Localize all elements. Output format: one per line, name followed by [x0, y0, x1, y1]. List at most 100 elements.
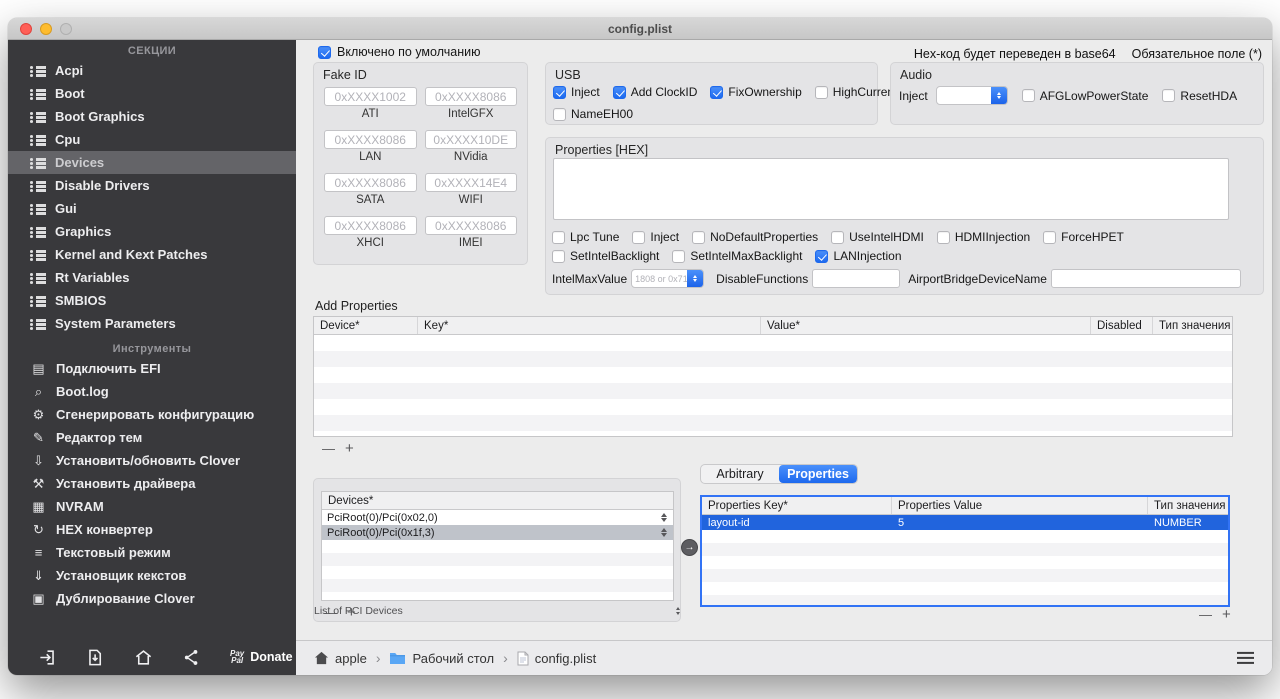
remove-properties-row-button[interactable]: —	[1199, 607, 1212, 622]
menu-icon[interactable]	[1237, 657, 1254, 659]
fakeid-intelgfx-field[interactable]	[425, 87, 518, 106]
fakeid-xhci-field[interactable]	[324, 216, 417, 235]
properties-row-layout-id[interactable]: layout-id 5 NUMBER	[702, 515, 1228, 530]
add-properties-row-button[interactable]: +	[1222, 606, 1231, 623]
home-button[interactable]	[134, 648, 153, 667]
airportbridgedevicename-field[interactable]	[1051, 269, 1241, 288]
col-device[interactable]: Device*	[314, 317, 418, 334]
tools-header: Инструменты	[8, 341, 296, 357]
list-icon	[30, 65, 46, 76]
forcehpet-checkbox[interactable]: ForceHPET	[1043, 230, 1124, 244]
devices-list-empty[interactable]	[322, 540, 673, 600]
sidebar-tool-boot-log[interactable]: ⌕Boot.log	[8, 380, 296, 403]
col-properties-value[interactable]: Properties Value	[892, 497, 1148, 514]
plug-in-icon	[38, 648, 57, 667]
checkbox-box	[815, 86, 828, 99]
breadcrumb-desktop[interactable]: Рабочий стол	[389, 651, 494, 666]
sidebar-tool-install-update-clover[interactable]: ⇩Установить/обновить Clover	[8, 449, 296, 472]
devices-list-header[interactable]: Devices*	[322, 492, 673, 510]
close-button[interactable]	[20, 23, 32, 35]
sidebar-item-system-parameters[interactable]: System Parameters	[8, 312, 296, 335]
device-row-0[interactable]: PciRoot(0)/Pci(0x02,0)	[322, 510, 673, 525]
sidebar-item-kernel-and-kext-patches[interactable]: Kernel and Kext Patches	[8, 243, 296, 266]
lpc-tune-checkbox[interactable]: Lpc Tune	[552, 230, 619, 244]
home-icon	[314, 651, 329, 665]
fakeid-imei-field[interactable]	[425, 216, 518, 235]
sidebar-item-boot[interactable]: Boot	[8, 82, 296, 105]
titlebar[interactable]: config.plist	[8, 18, 1272, 40]
sidebar-item-devices[interactable]: Devices	[8, 151, 296, 174]
devices-list[interactable]: Devices* PciRoot(0)/Pci(0x02,0) PciRoot(…	[321, 491, 674, 601]
usb-nameeh00-checkbox[interactable]: NameEH00	[553, 107, 633, 121]
sidebar-item-smbios[interactable]: SMBIOS	[8, 289, 296, 312]
tab-arbitrary[interactable]: Arbitrary	[701, 465, 779, 483]
zoom-button[interactable]	[60, 23, 72, 35]
sidebar-item-disable-drivers[interactable]: Disable Drivers	[8, 174, 296, 197]
properties-table-empty[interactable]	[702, 530, 1228, 605]
sidebar-item-acpi[interactable]: Acpi	[8, 59, 296, 82]
sidebar-tool-generate-config[interactable]: ⚙Сгенерировать конфигурацию	[8, 403, 296, 426]
properties-table[interactable]: Properties Key* Properties Value Тип зна…	[700, 495, 1230, 607]
usb-fixownership-checkbox[interactable]: FixOwnership	[710, 85, 801, 99]
phx-inject-checkbox[interactable]: Inject	[632, 230, 679, 244]
paypal-donate-button[interactable]: PayPal Donate	[230, 650, 293, 664]
transfer-arrow-button[interactable]: →	[681, 539, 698, 556]
col-value[interactable]: Value*	[761, 317, 1091, 334]
add-properties-table[interactable]: Device* Key* Value* Disabled Тип значени…	[313, 316, 1233, 437]
device-row-1[interactable]: PciRoot(0)/Pci(0x1f,3)	[322, 525, 673, 540]
sidebar-tool-hex-converter[interactable]: ↻HEX конвертер	[8, 518, 296, 541]
sidebar-tool-nvram[interactable]: ▦NVRAM	[8, 495, 296, 518]
nodefaultproperties-checkbox[interactable]: NoDefaultProperties	[692, 230, 818, 244]
breadcrumb-file[interactable]: config.plist	[517, 651, 596, 666]
setintelbacklight-checkbox[interactable]: SetIntelBacklight	[552, 249, 659, 263]
stepper-icon[interactable]	[661, 528, 667, 538]
col-properties-type[interactable]: Тип значения	[1148, 497, 1228, 514]
disablefunctions-field[interactable]	[812, 269, 900, 288]
export-config-button[interactable]	[86, 648, 105, 667]
setintelmaxbacklight-checkbox[interactable]: SetIntelMaxBacklight	[672, 249, 802, 263]
sidebar-toolbar: PayPal Donate	[8, 639, 296, 675]
add-property-button[interactable]: +	[345, 440, 354, 457]
sidebar-tool-theme-editor[interactable]: ✎Редактор тем	[8, 426, 296, 449]
sidebar-tool-kext-installer[interactable]: ⇓Установщик кекстов	[8, 564, 296, 587]
fakeid-ati-field[interactable]	[324, 87, 417, 106]
minimize-button[interactable]	[40, 23, 52, 35]
fakeid-wifi-field[interactable]	[425, 173, 518, 192]
audio-afglowpowerstate-checkbox[interactable]: AFGLowPowerState	[1022, 89, 1149, 103]
laninjection-checkbox[interactable]: LANInjection	[815, 249, 901, 263]
sidebar-item-cpu[interactable]: Cpu	[8, 128, 296, 151]
stepper-icon[interactable]	[661, 513, 667, 523]
remove-property-button[interactable]: —	[322, 441, 335, 456]
stepper-icon[interactable]	[676, 607, 680, 615]
properties-hex-textarea[interactable]	[553, 158, 1229, 220]
usb-highcurrent-checkbox[interactable]: HighCurrent	[815, 85, 898, 99]
sidebar-tool-mount-efi[interactable]: ▤Подключить EFI	[8, 357, 296, 380]
fakeid-sata-field[interactable]	[324, 173, 417, 192]
fakeid-lan-field[interactable]	[324, 130, 417, 149]
fakeid-nvidia-field[interactable]	[425, 130, 518, 149]
col-value-type[interactable]: Тип значения	[1153, 317, 1232, 334]
sidebar-item-boot-graphics[interactable]: Boot Graphics	[8, 105, 296, 128]
enabled-by-default-checkbox[interactable]: Включено по умолчанию	[318, 45, 480, 59]
col-key[interactable]: Key*	[418, 317, 761, 334]
hdmiinjection-checkbox[interactable]: HDMIInjection	[937, 230, 1030, 244]
tab-properties[interactable]: Properties	[779, 465, 857, 483]
intelmaxvalue-select[interactable]: 1808 or 0x710	[631, 269, 704, 288]
sidebar-item-graphics[interactable]: Graphics	[8, 220, 296, 243]
col-properties-key[interactable]: Properties Key*	[702, 497, 892, 514]
sidebar-item-rt-variables[interactable]: Rt Variables	[8, 266, 296, 289]
sidebar-tool-text-mode[interactable]: ≡Текстовый режим	[8, 541, 296, 564]
usb-inject-checkbox[interactable]: Inject	[553, 85, 600, 99]
audio-resethda-checkbox[interactable]: ResetHDA	[1162, 89, 1237, 103]
sidebar-tool-install-drivers[interactable]: ⚒Установить драйвера	[8, 472, 296, 495]
add-properties-body[interactable]	[314, 335, 1232, 436]
audio-inject-select[interactable]	[936, 86, 1008, 105]
sidebar-tool-clone-clover[interactable]: ▣Дублирование Clover	[8, 587, 296, 610]
breadcrumb-home[interactable]: apple	[314, 651, 367, 666]
useintelhdmi-checkbox[interactable]: UseIntelHDMI	[831, 230, 924, 244]
col-disabled[interactable]: Disabled	[1091, 317, 1153, 334]
sidebar-item-gui[interactable]: Gui	[8, 197, 296, 220]
share-button[interactable]	[182, 648, 201, 667]
mount-partition-button[interactable]	[38, 648, 57, 667]
usb-add-clockid-checkbox[interactable]: Add ClockID	[613, 85, 698, 99]
